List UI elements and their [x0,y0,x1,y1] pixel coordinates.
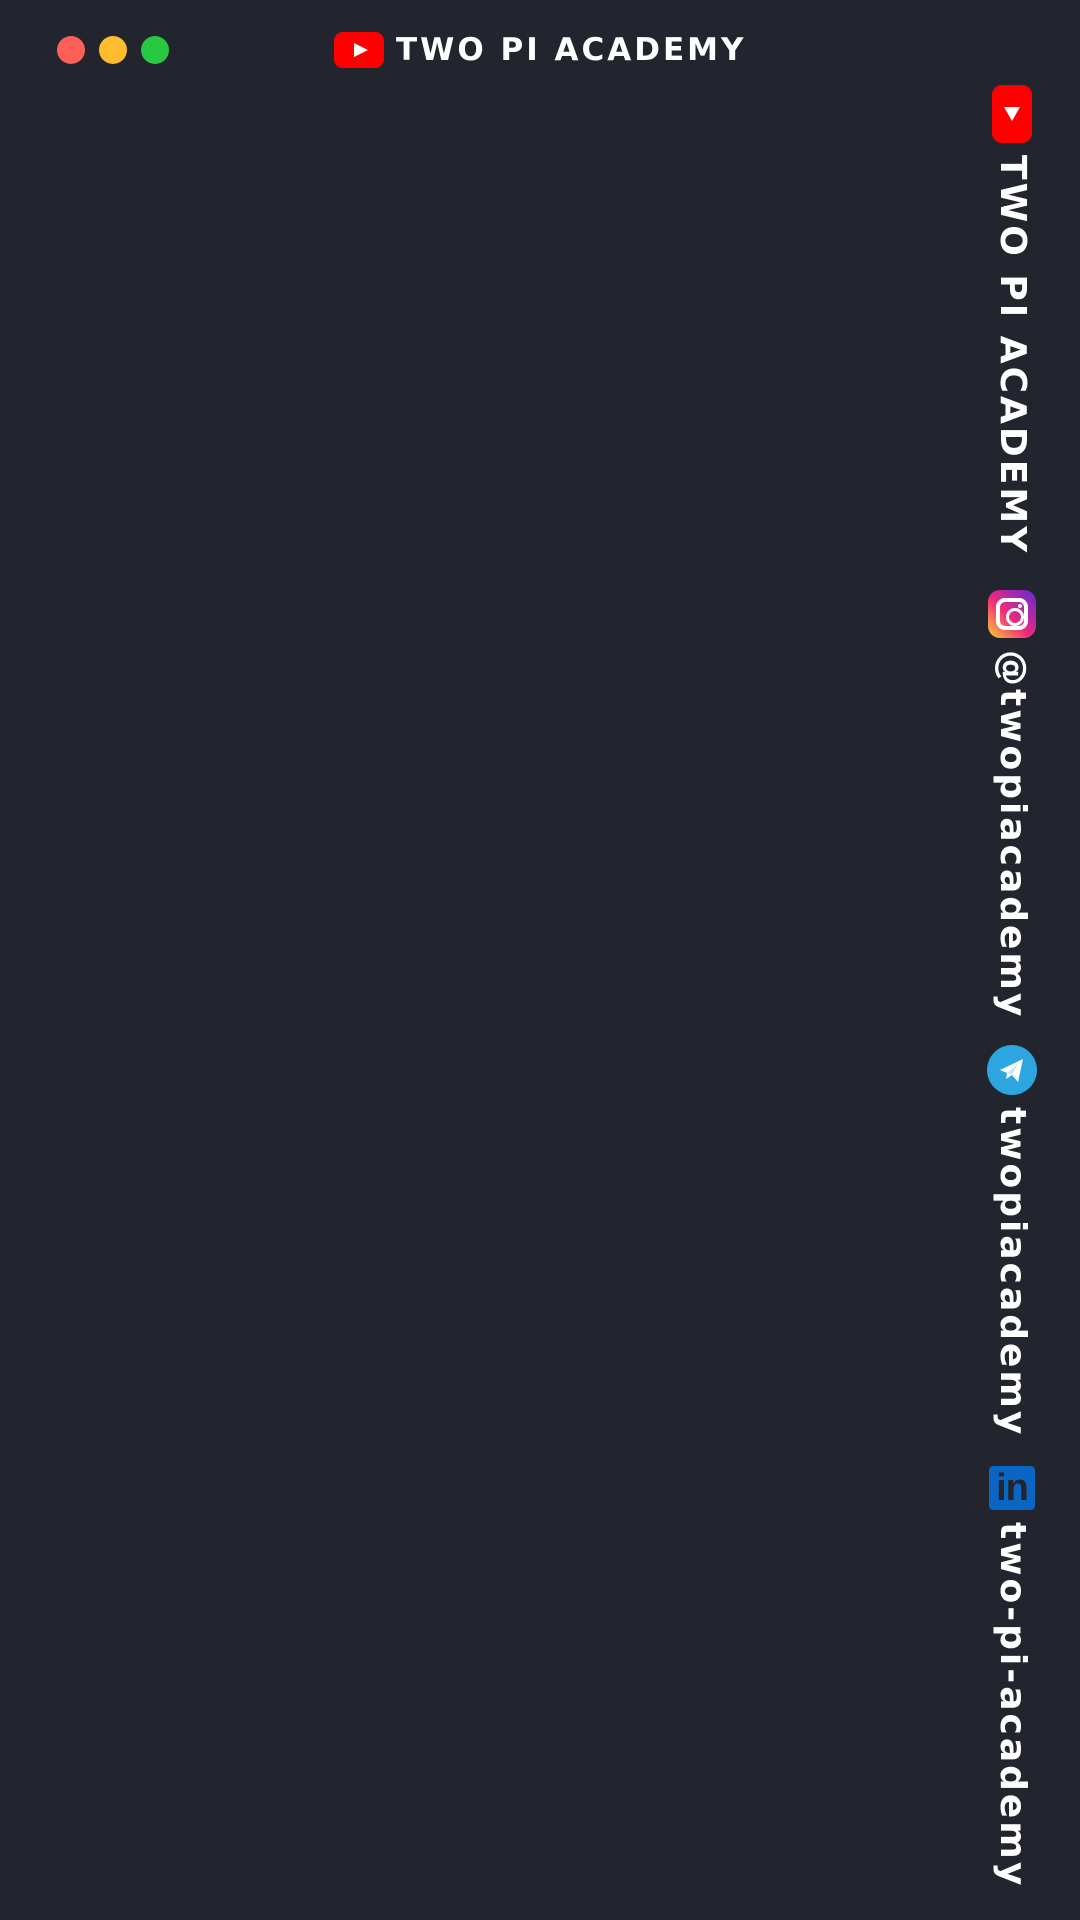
maximize-window-button[interactable] [141,36,169,64]
window-title: TWO PI ACADEMY [334,32,746,68]
telegram-icon [987,1045,1037,1095]
social-youtube[interactable]: TWO PI ACADEMY [985,85,1039,555]
youtube-label: TWO PI ACADEMY [992,155,1033,556]
linkedin-icon: in [989,1466,1035,1510]
youtube-icon [334,32,384,68]
instagram-icon [988,590,1036,638]
linkedin-label: two-pi-academy [992,1522,1033,1889]
instagram-label: @twopiacademy [992,650,1033,1020]
window-titlebar: TWO PI ACADEMY [0,0,1080,100]
close-window-button[interactable] [57,36,85,64]
social-linkedin[interactable]: in two-pi-academy [985,1466,1039,1888]
social-telegram[interactable]: twopiacademy [985,1045,1039,1437]
social-instagram[interactable]: @twopiacademy [985,590,1039,1019]
youtube-icon [992,85,1032,143]
window-title-text: TWO PI ACADEMY [396,32,747,68]
telegram-label: twopiacademy [992,1107,1033,1438]
minimize-window-button[interactable] [99,36,127,64]
